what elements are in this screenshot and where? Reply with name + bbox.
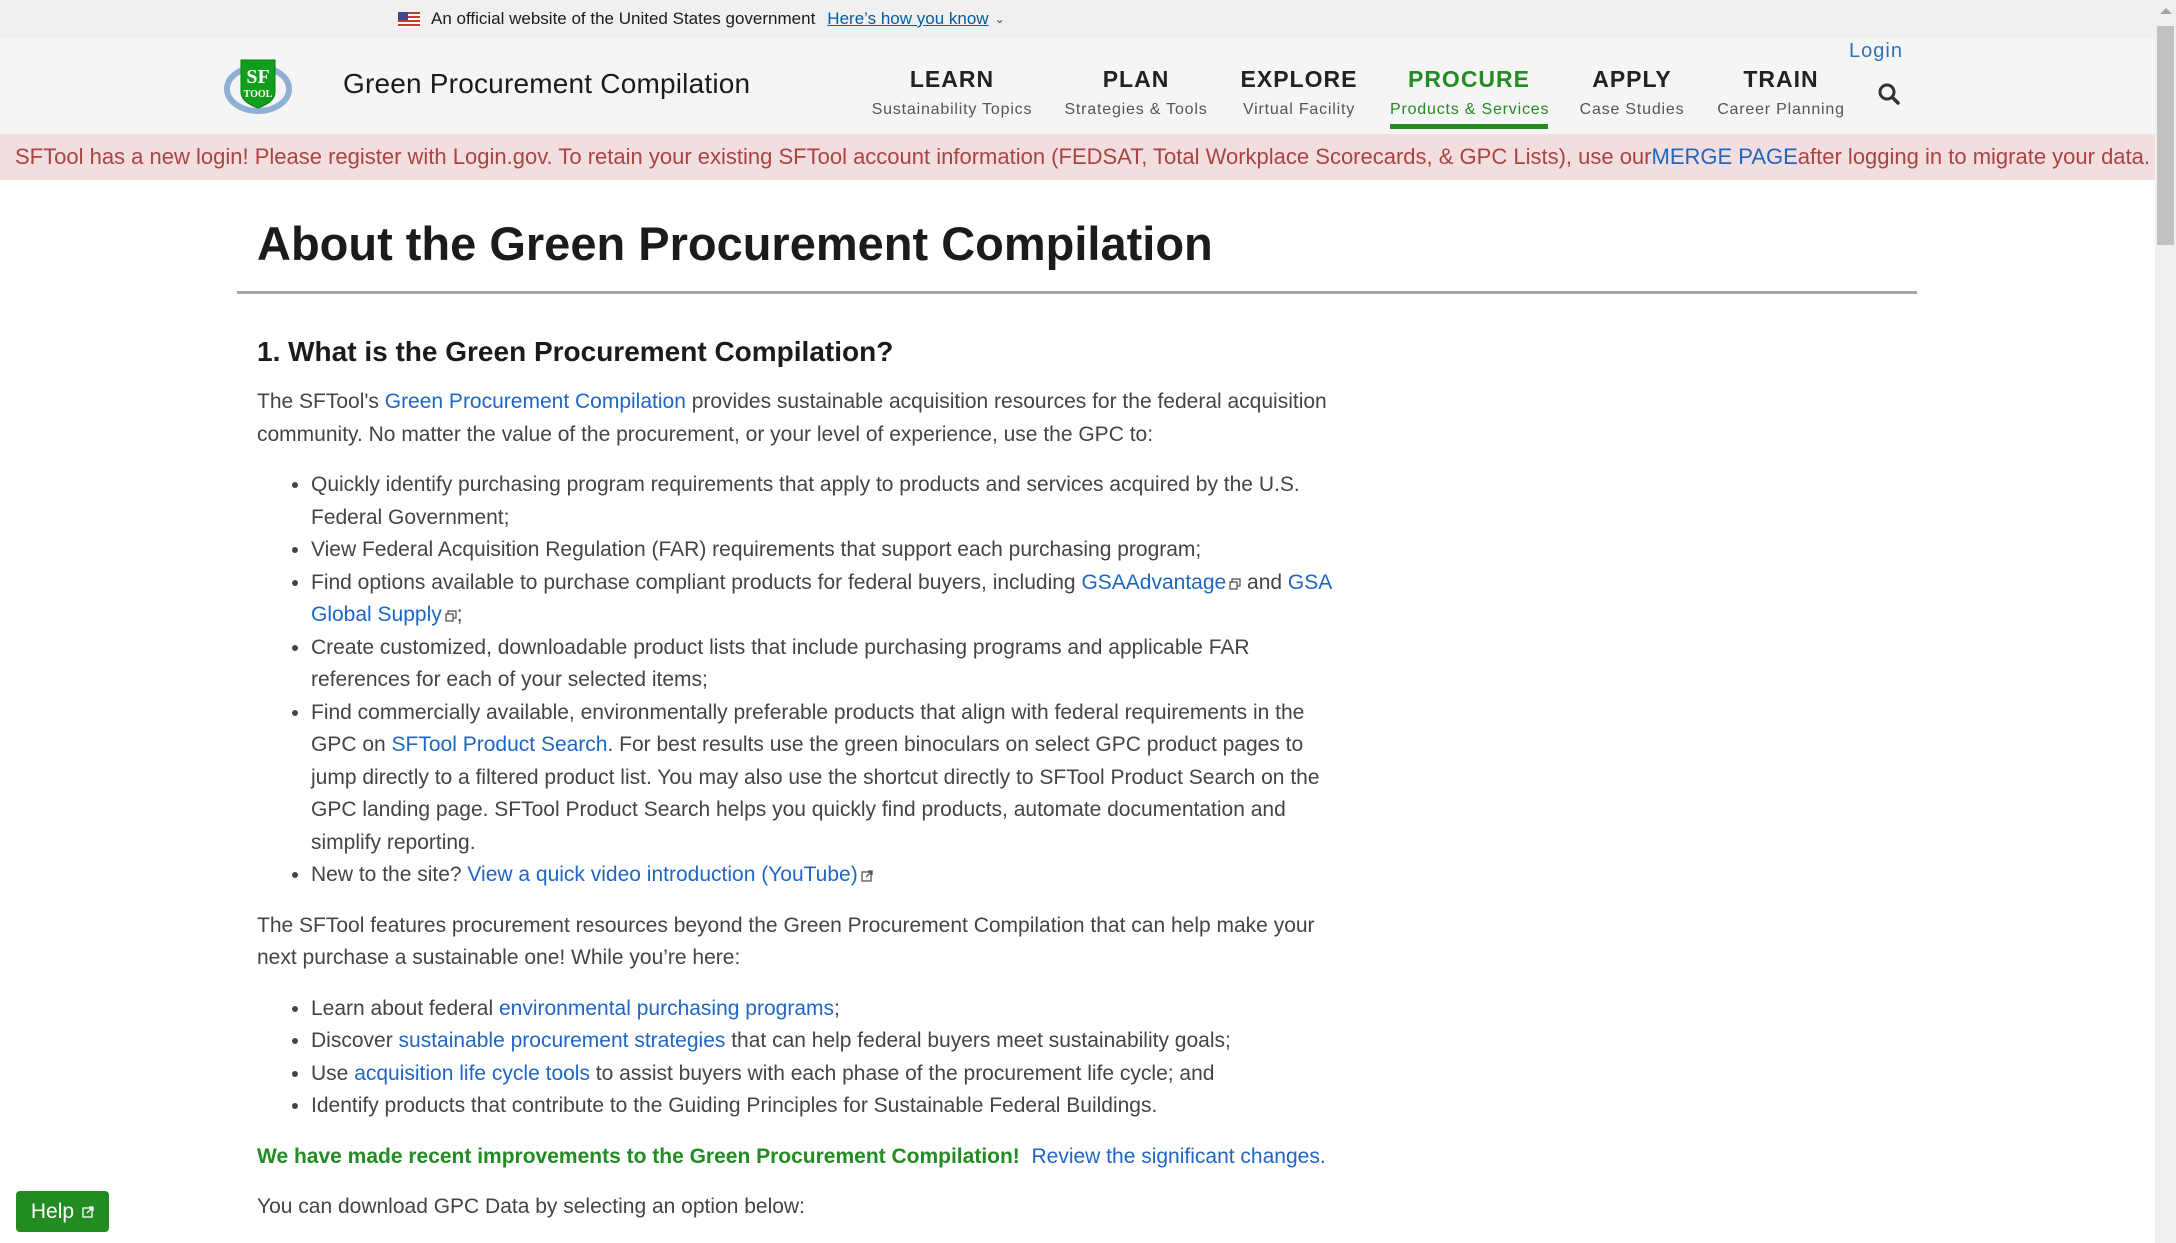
help-button[interactable]: Help xyxy=(16,1191,109,1232)
list-item-text: Learn about federal xyxy=(311,996,499,1020)
search-icon[interactable] xyxy=(1877,82,1901,106)
chevron-down-icon[interactable]: ⌄ xyxy=(995,12,1005,26)
list-item: Create customized, downloadable product … xyxy=(311,632,1337,697)
environmental-purchasing-programs-link[interactable]: environmental purchasing programs xyxy=(499,997,834,1020)
gov-banner-text: An official website of the United States… xyxy=(431,9,816,28)
external-link-icon xyxy=(861,870,873,882)
gov-banner: An official website of the United States… xyxy=(0,0,2155,38)
us-flag-icon xyxy=(398,11,420,27)
resources-list: Learn about federal environmental purcha… xyxy=(257,993,1337,1123)
merge-page-link[interactable]: MERGE PAGE xyxy=(1652,144,1798,170)
download-paragraph: You can download GPC Data by selecting a… xyxy=(257,1195,805,1218)
site-title[interactable]: Green Procurement Compilation xyxy=(343,68,750,100)
nav-plan-sub: Strategies & Tools xyxy=(1064,101,1208,118)
list-item: Quickly identify purchasing program requ… xyxy=(311,469,1337,534)
login-alert-banner: SFTool has a new login! Please register … xyxy=(0,134,2155,180)
main-content: About the Green Procurement Compilation … xyxy=(237,180,1917,1224)
nav-train-label: TRAIN xyxy=(1743,66,1819,92)
nav-explore-sub: Virtual Facility xyxy=(1242,101,1356,118)
list-item: Find options available to purchase compl… xyxy=(311,567,1337,632)
resources-paragraph: The SFTool features procurement resource… xyxy=(257,913,1315,970)
heres-how-you-know-link[interactable]: Here’s how you know xyxy=(827,9,988,29)
list-item-text: that can help federal buyers meet sustai… xyxy=(725,1029,1231,1052)
nav-item-explore[interactable]: EXPLORE Virtual Facility xyxy=(1240,66,1358,119)
nav-procure-label: PROCURE xyxy=(1407,66,1530,92)
login-link[interactable]: Login xyxy=(1849,40,1903,63)
alert-text-after: after logging in to migrate your data. xyxy=(1797,144,2151,169)
list-item-text: ; xyxy=(456,603,463,626)
list-item-text: and xyxy=(1241,570,1288,594)
alert-text-before: SFTool has a new login! Please register … xyxy=(15,144,1652,169)
nav-procure-sub: Products & Services xyxy=(1390,101,1550,118)
gpc-link[interactable]: Green Procurement Compilation xyxy=(385,390,686,413)
external-link-icon xyxy=(1229,577,1241,590)
list-item: Use acquisition life cycle tools to assi… xyxy=(311,1058,1337,1091)
list-item: Find commercially available, environment… xyxy=(311,697,1337,860)
sftool-logo[interactable]: SF TOOL xyxy=(224,56,292,114)
gpc-uses-list: Quickly identify purchasing program requ… xyxy=(257,469,1337,892)
active-nav-indicator xyxy=(1390,124,1548,129)
list-item-text: New to the site? xyxy=(311,863,468,886)
external-link-icon xyxy=(445,610,457,622)
nav-item-learn[interactable]: LEARN Sustainability Topics xyxy=(868,66,1036,119)
list-item: New to the site? View a quick video intr… xyxy=(311,859,1337,892)
intro-paragraph: The SFTool's Green Procurement Compilati… xyxy=(257,386,1337,451)
video-introduction-link[interactable]: View a quick video introduction (YouTube… xyxy=(467,863,857,886)
logo-text-tool: TOOL xyxy=(244,89,273,100)
nav-item-train[interactable]: TRAIN Career Planning xyxy=(1716,66,1846,119)
nav-apply-label: APPLY xyxy=(1592,66,1672,92)
acquisition-life-cycle-tools-link[interactable]: acquisition life cycle tools xyxy=(354,1062,590,1085)
list-item: View Federal Acquisition Regulation (FAR… xyxy=(311,534,1337,567)
list-item: Identify products that contribute to the… xyxy=(311,1090,1337,1123)
list-item-text: to assist buyers with each phase of the … xyxy=(589,1061,1215,1085)
improvements-text: We have made recent improvements to the … xyxy=(257,1144,1020,1168)
nav-learn-label: LEARN xyxy=(909,66,995,92)
scroll-up-arrow-icon[interactable] xyxy=(2160,8,2172,14)
scrollbar-thumb[interactable] xyxy=(2157,26,2174,245)
gsaadvantage-link[interactable]: GSAAdvantage xyxy=(1081,571,1226,594)
intro-text: The SFTool's xyxy=(257,390,385,413)
list-item-text: ; xyxy=(834,996,840,1020)
sftool-product-search-link[interactable]: SFTool Product Search xyxy=(392,733,608,756)
article-body: 1. What is the Green Procurement Compila… xyxy=(237,336,1337,1224)
section-heading: 1. What is the Green Procurement Compila… xyxy=(257,336,894,367)
nav-learn-sub: Sustainability Topics xyxy=(871,101,1033,118)
nav-item-apply[interactable]: APPLY Case Studies xyxy=(1578,66,1686,119)
logo-text-sf: SF xyxy=(246,66,269,88)
site-header: SF TOOL Green Procurement Compilation LE… xyxy=(0,38,2155,134)
page-title: About the Green Procurement Compilation xyxy=(257,217,1213,270)
list-item: Learn about federal environmental purcha… xyxy=(311,993,1337,1026)
nav-item-procure[interactable]: PROCURE Products & Services xyxy=(1390,66,1550,129)
list-item: Discover sustainable procurement strateg… xyxy=(311,1025,1337,1058)
list-item-text: Find options available to purchase compl… xyxy=(311,570,1082,594)
page: An official website of the United States… xyxy=(0,0,2155,1243)
help-label: Help xyxy=(30,1199,75,1223)
nav-plan-label: PLAN xyxy=(1102,66,1170,92)
sustainable-procurement-strategies-link[interactable]: sustainable procurement strategies xyxy=(399,1029,726,1052)
list-item-text: Discover xyxy=(311,1029,399,1052)
list-item-text: Use xyxy=(311,1061,355,1085)
review-changes-link[interactable]: Review the significant changes. xyxy=(1031,1145,1325,1168)
title-divider xyxy=(237,291,1917,294)
nav-apply-sub: Case Studies xyxy=(1579,101,1685,118)
improvements-notice: We have made recent improvements to the … xyxy=(257,1141,1337,1174)
vertical-scrollbar[interactable] xyxy=(2155,0,2176,1243)
nav-item-plan[interactable]: PLAN Strategies & Tools xyxy=(1062,66,1210,119)
external-link-icon xyxy=(82,1205,94,1218)
nav-train-sub: Career Planning xyxy=(1717,101,1845,118)
nav-explore-label: EXPLORE xyxy=(1240,66,1358,92)
